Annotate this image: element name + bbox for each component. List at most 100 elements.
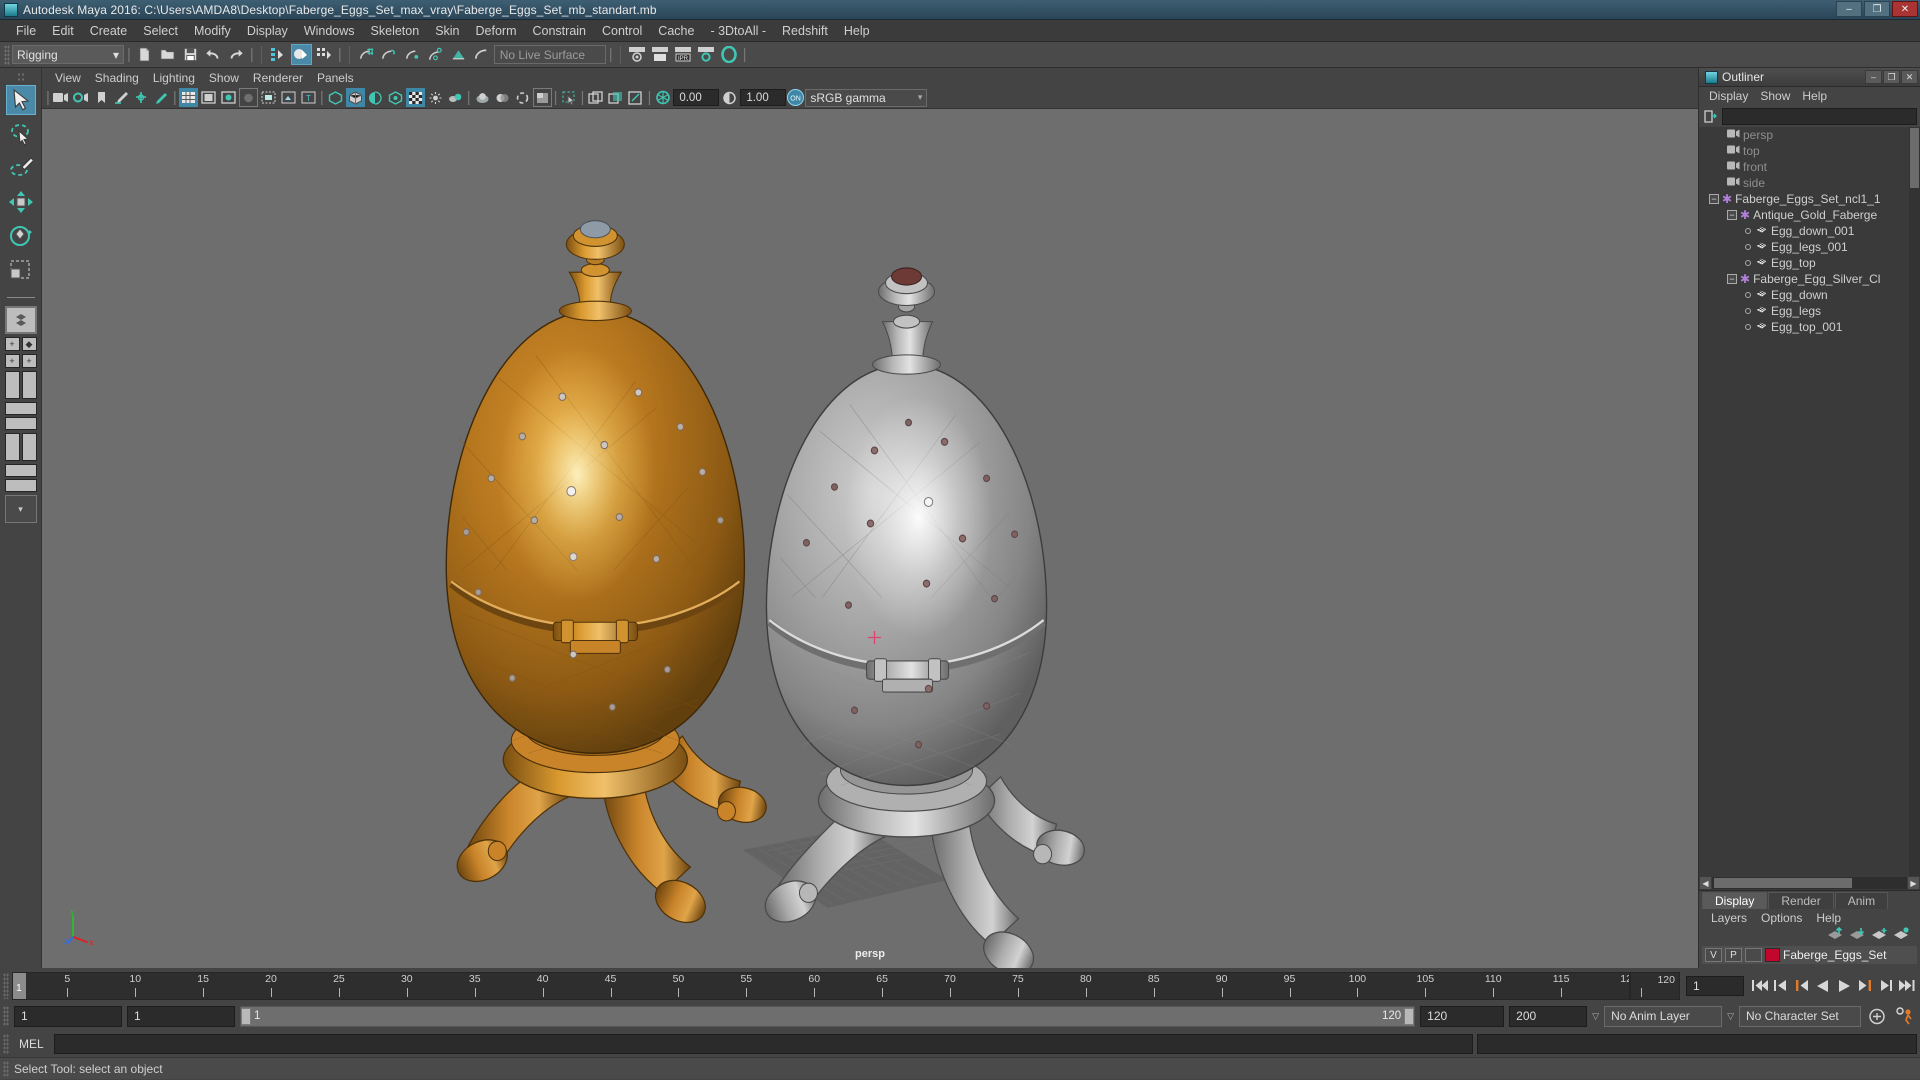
menu-item-file[interactable]: File [8,22,44,40]
play-backwards-icon[interactable] [1813,975,1833,997]
anim-start-field[interactable]: 1 [14,1005,122,1027]
animation-preferences-icon[interactable] [1893,1007,1917,1025]
command-line-grip[interactable] [3,1034,9,1054]
layer-menu-help[interactable]: Help [1809,911,1848,925]
outliner-menu-show[interactable]: Show [1754,88,1796,104]
menu-item-windows[interactable]: Windows [296,22,363,40]
new-scene-icon[interactable] [134,44,155,65]
wireframe-icon[interactable] [326,88,345,107]
more-layouts[interactable]: ▾ [4,495,37,523]
time-slider-track[interactable]: 5 10 15 20 25 30 35 40 45 50 55 60 65 70 75 80 85 90 95 100… [12,971,1630,1000]
outliner-item-egg-top[interactable]: Egg_top [1699,255,1920,271]
layer-tab-anim[interactable]: Anim [1834,892,1889,909]
redo-icon[interactable] [226,44,247,65]
viewport-menu-panels[interactable]: Panels [310,70,361,86]
collapse-toggle-icon[interactable]: − [1709,194,1719,204]
safe-action-icon[interactable] [279,88,298,107]
lasso-select-tool[interactable] [6,119,36,149]
anim-end-field[interactable]: 200 [1509,1005,1588,1027]
scroll-left-icon[interactable]: ◀ [1700,877,1711,889]
isolate-select-icon[interactable] [560,88,579,107]
shadows-icon[interactable] [152,88,171,107]
layer-playback-toggle[interactable]: P [1725,948,1742,962]
viewport-menu-show[interactable]: Show [202,70,246,86]
move-layer-down-icon[interactable] [1849,927,1866,943]
outliner-item-faberge-eggs-set-ncl1-1[interactable]: − ✱ Faberge_Eggs_Set_ncl1_1 [1699,191,1920,207]
outliner-item-persp[interactable]: persp [1699,127,1920,143]
color-management-selector[interactable]: sRGB gamma ▾ [805,88,928,107]
layer-visibility-toggle[interactable]: V [1705,948,1722,962]
outliner-item-top[interactable]: top [1699,143,1920,159]
menu-item-create[interactable]: Create [82,22,136,40]
bookmark-icon[interactable] [92,88,111,107]
outliner-item-antique-gold-faberge[interactable]: − ✱ Antique_Gold_Faberge [1699,207,1920,223]
multisample-icon[interactable] [532,88,552,107]
persp-render-layout[interactable] [4,464,37,492]
use-default-lighting-icon[interactable] [426,88,445,107]
select-tool[interactable] [5,85,36,115]
make-live-icon[interactable] [471,44,492,65]
image-plane-icon[interactable] [112,88,131,107]
exposure-field[interactable]: 0.00 [673,89,720,106]
menu-item-select[interactable]: Select [135,22,186,40]
outliner-menu-help[interactable]: Help [1796,88,1833,104]
single-perspective-layout[interactable] [4,306,37,334]
render-current-frame-icon[interactable] [650,44,671,65]
snap-to-point-icon[interactable] [402,44,423,65]
motion-blur-icon[interactable] [513,88,532,107]
outliner-horizontal-scrollbar[interactable]: ◀ ▶ [1699,876,1920,890]
viewport-menu-renderer[interactable]: Renderer [246,70,310,86]
outliner-vertical-scrollbar[interactable] [1909,127,1920,876]
resolution-gate-icon[interactable] [219,88,238,107]
chevron-down-icon[interactable]: ▽ [1727,1011,1734,1022]
layer-menu-layers[interactable]: Layers [1704,911,1754,925]
smooth-shade-selected-icon[interactable] [366,88,385,107]
range-slider-grip[interactable] [3,1006,9,1026]
maximize-button[interactable]: ❐ [1864,1,1890,17]
go-to-start-icon[interactable] [1750,975,1770,997]
film-gate-icon[interactable] [199,88,218,107]
range-end-handle[interactable] [1404,1007,1415,1025]
menu-item-modify[interactable]: Modify [186,22,239,40]
layer-tab-render[interactable]: Render [1768,892,1834,909]
scrollbar-thumb[interactable] [1910,128,1919,188]
xray-active-components-icon[interactable] [626,88,645,107]
toolbar-grip[interactable] [4,44,10,65]
render-settings-icon[interactable] [696,44,717,65]
chevron-down-icon[interactable]: ▽ [1592,1011,1599,1022]
exposure-icon[interactable] [653,88,672,107]
menu-item-cache[interactable]: Cache [650,22,702,40]
gamma-field[interactable]: 1.00 [740,89,787,106]
select-by-hierarchy-icon[interactable] [268,44,289,65]
outliner-item-egg-top-001[interactable]: Egg_top_001 [1699,319,1920,335]
live-surface-field[interactable]: No Live Surface [493,45,606,64]
toolbox-grip[interactable] [16,72,25,82]
four-view-layout[interactable]: + ◆ [4,337,37,351]
outliner-menu-display[interactable]: Display [1703,88,1754,104]
flat-shade-icon[interactable] [386,88,405,107]
camera-attributes-icon[interactable] [72,88,91,107]
outliner-filter-icon[interactable] [1702,108,1719,125]
command-language-label[interactable]: MEL [13,1037,50,1051]
collapse-toggle-icon[interactable]: − [1727,274,1737,284]
step-back-frame-icon[interactable] [1771,975,1791,997]
menu-item-redshift[interactable]: Redshift [774,22,836,40]
menu-item-3dtoall[interactable]: - 3DtoAll - [702,22,774,40]
command-output[interactable] [1477,1034,1917,1054]
step-back-key-icon[interactable] [1792,975,1812,997]
outliner-tree[interactable]: persp top front side − ✱ Faberge_Eggs_Set_ncl1… [1699,127,1920,876]
persp-graph-editor-layout[interactable] [4,402,37,430]
play-forwards-icon[interactable] [1834,975,1854,997]
gate-mask-icon[interactable] [238,88,258,107]
menu-item-edit[interactable]: Edit [44,22,82,40]
render-view-icon[interactable] [627,44,648,65]
select-by-component-icon[interactable] [314,44,335,65]
layer-row[interactable]: V P Faberge_Eggs_Set [1702,946,1917,964]
scroll-track[interactable] [1712,877,1907,889]
open-scene-icon[interactable] [157,44,178,65]
range-start-handle[interactable] [241,1007,251,1025]
four-view-layout-row2[interactable]: + + [4,354,37,368]
command-input[interactable] [53,1034,1473,1054]
layer-menu-options[interactable]: Options [1754,911,1809,925]
undo-icon[interactable] [203,44,224,65]
